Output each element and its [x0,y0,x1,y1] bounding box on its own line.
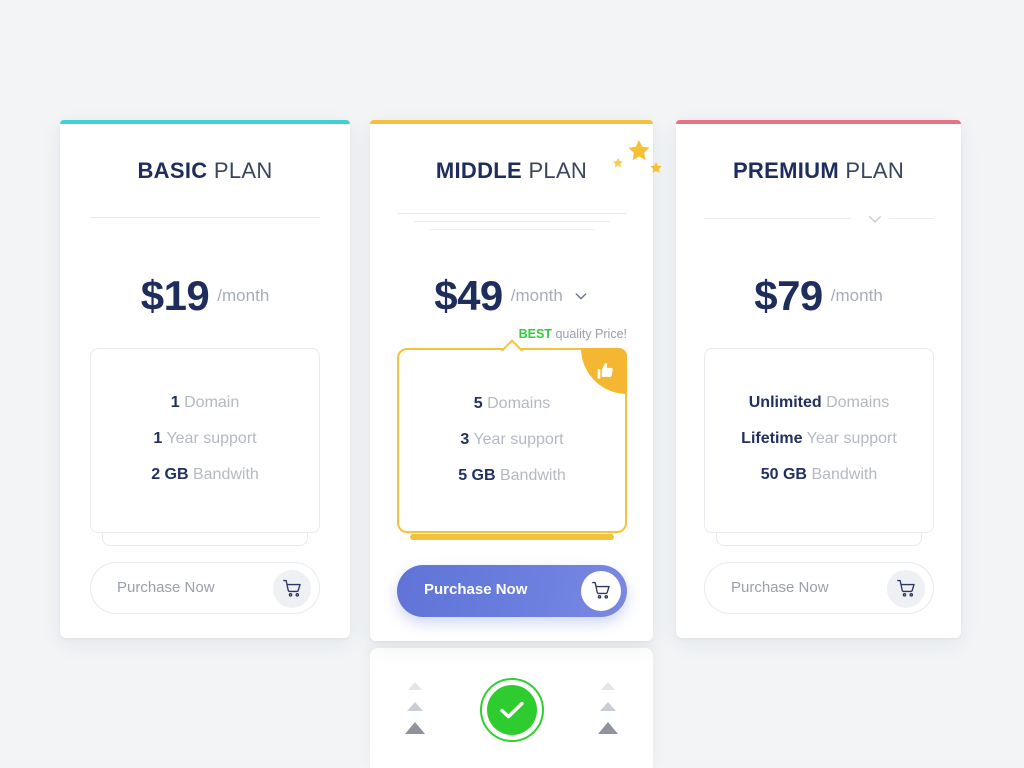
pricing-table: BASIC PLAN $19/month 1 Domain 1 Year sup… [0,0,1024,768]
price-amount: $19 [140,272,210,319]
plan-title-strong: PREMIUM [732,158,839,183]
triangle-up-icon [591,680,625,740]
shopping-cart-icon[interactable] [581,571,621,611]
accent-bar-middle [370,120,653,124]
purchase-button-label: Purchase Now [117,579,215,596]
price-period: /month [830,286,883,305]
feature-label: Domains [826,394,890,411]
feature-value: 50 GB [760,466,807,483]
feature-label: Bandwith [192,466,259,483]
feature-value: Unlimited [748,394,822,411]
best-price-tag: BEST quality Price! [519,327,627,341]
purchase-button-label: Purchase Now [424,581,528,598]
plan-title-strong: BASIC [137,158,208,183]
chevron-down-icon[interactable] [573,288,589,304]
plan-card-premium[interactable]: PREMIUM PLAN $79/month Unlimited Domains… [676,120,961,638]
feature-label: Bandwith [499,467,566,484]
plan-card-basic[interactable]: BASIC PLAN $19/month 1 Domain 1 Year sup… [60,120,350,638]
features-box-notch [501,339,523,351]
divider-premium [676,208,961,230]
plan-title-light: PLAN [845,158,905,183]
stacked-bar-middle [410,534,614,540]
plan-title-light: PLAN [528,158,588,183]
feature-value: 5 GB [458,467,496,484]
features-box-middle: 5 Domains 3 Year support 5 GB Bandwith [397,348,627,533]
price-row-basic: $19/month [60,272,350,320]
feature-label: Year support [473,431,564,448]
divider-middle [370,213,653,243]
feature-label: Year support [806,430,897,447]
success-panel [370,648,653,768]
plan-title-strong: MIDDLE [435,158,523,183]
feature-value: 2 GB [151,466,189,483]
price-amount: $49 [434,272,503,319]
feature-value: 3 [460,431,470,448]
stacked-sheet-premium [716,532,922,546]
feature-label: Year support [166,430,257,447]
price-amount: $79 [754,272,823,319]
chevron-down-icon [866,210,884,228]
feature-value: 5 [473,395,483,412]
price-period: /month [217,286,270,305]
shopping-cart-icon[interactable] [273,570,311,608]
feature-value: 1 [153,430,163,447]
feature-item: Unlimited Domains [705,385,933,421]
feature-item: 1 Domain [91,385,319,421]
price-row-premium: $79/month [676,272,961,320]
price-row-middle: $49/month [370,272,653,320]
feature-item: 1 Year support [91,421,319,457]
plan-title-middle: MIDDLE PLAN [370,158,653,184]
feature-item: 50 GB Bandwith [705,457,933,493]
feature-label: Bandwith [811,466,878,483]
purchase-button-middle[interactable]: Purchase Now [397,565,627,617]
features-box-premium: Unlimited Domains Lifetime Year support … [704,348,934,533]
feature-value: Lifetime [741,430,803,447]
feature-label: Domains [487,395,551,412]
accent-bar-basic [60,120,350,124]
plan-title-light: PLAN [213,158,273,183]
feature-item: 5 GB Bandwith [399,458,625,494]
purchase-button-label: Purchase Now [731,579,829,596]
plan-title-premium: PREMIUM PLAN [676,158,961,184]
price-period: /month [510,286,563,305]
shopping-cart-icon[interactable] [887,570,925,608]
stacked-sheet-basic [102,532,308,546]
feature-item: 3 Year support [399,422,625,458]
plan-title-basic: BASIC PLAN [60,158,350,184]
purchase-button-premium[interactable]: Purchase Now [704,562,934,614]
triangle-up-icon [398,680,432,740]
feature-value: 1 [170,394,180,411]
divider-basic [90,217,320,218]
best-price-tag-strong: BEST [518,327,552,341]
features-box-basic: 1 Domain 1 Year support 2 GB Bandwith [90,348,320,533]
feature-item: Lifetime Year support [705,421,933,457]
accent-bar-premium [676,120,961,124]
purchase-button-basic[interactable]: Purchase Now [90,562,320,614]
plan-card-middle[interactable]: MIDDLE PLAN $49/month BEST quality Price… [370,120,662,641]
green-check-circle-icon [479,678,544,742]
feature-item: 2 GB Bandwith [91,457,319,493]
feature-label: Domain [184,394,240,411]
feature-item: 5 Domains [399,386,625,422]
best-price-tag-rest: quality Price! [555,327,627,341]
